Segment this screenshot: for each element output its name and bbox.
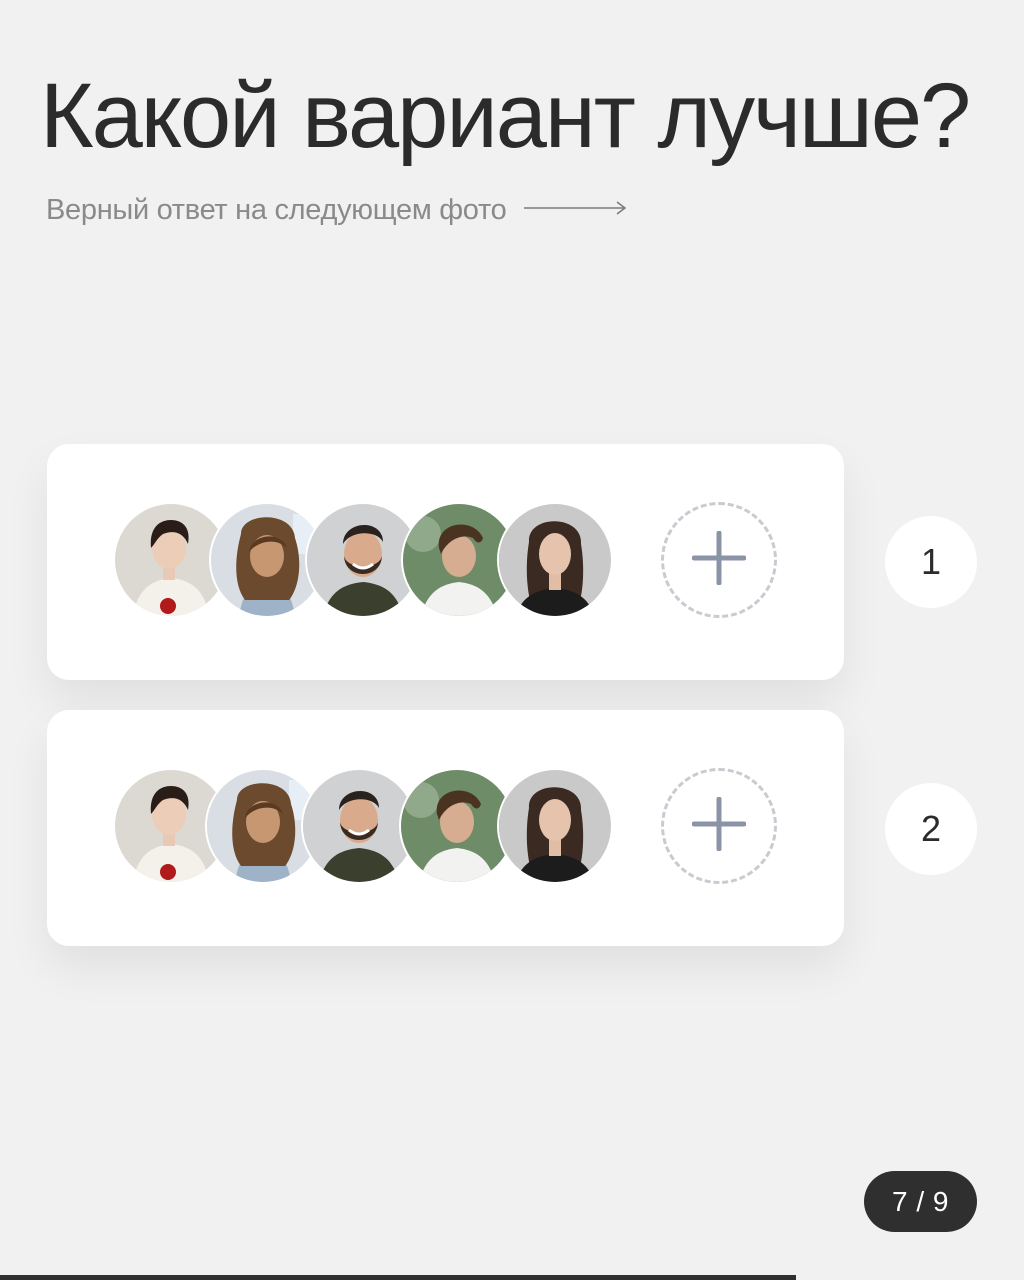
subtitle: Верный ответ на следующем фото bbox=[46, 194, 507, 226]
avatar-group bbox=[113, 502, 623, 622]
option-card-2[interactable] bbox=[47, 710, 844, 946]
progress-fill bbox=[0, 1275, 796, 1280]
add-avatar-button[interactable] bbox=[661, 502, 777, 618]
progress-bar bbox=[0, 1275, 1024, 1280]
subtitle-row: Верный ответ на следующем фото bbox=[46, 194, 628, 227]
page-title: Какой вариант лучше? bbox=[40, 65, 971, 167]
page-indicator: 7 / 9 bbox=[864, 1171, 977, 1232]
option-number-2[interactable]: 2 bbox=[885, 783, 977, 875]
arrow-right-icon bbox=[524, 200, 628, 221]
add-avatar-button[interactable] bbox=[661, 768, 777, 884]
option-card-1[interactable] bbox=[47, 444, 844, 680]
plus-icon bbox=[691, 796, 747, 856]
plus-icon bbox=[691, 530, 747, 590]
avatar bbox=[497, 768, 613, 884]
option-number-1[interactable]: 1 bbox=[885, 516, 977, 608]
avatar-group bbox=[113, 768, 623, 888]
avatar bbox=[497, 502, 613, 618]
